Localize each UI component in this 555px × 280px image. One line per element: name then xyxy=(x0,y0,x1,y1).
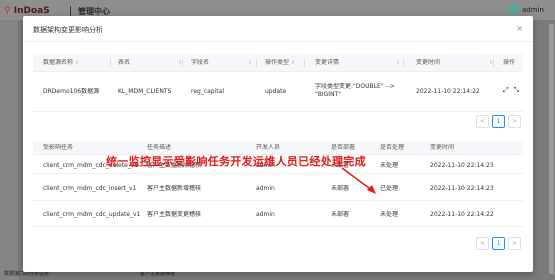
sidebar xyxy=(0,20,18,280)
expand-icon[interactable]: ⤢ xyxy=(503,86,509,94)
task-name-cell: client_crm_mdm_cdc_insert_v1 xyxy=(43,185,137,192)
column-header[interactable]: 表名 xyxy=(118,59,130,67)
column-header: 变更时间 xyxy=(430,144,455,151)
logo-text: InDoaS xyxy=(13,6,50,16)
column-header: 开发人员 xyxy=(256,144,281,151)
annotation-arrow xyxy=(341,167,376,194)
prev-page-button[interactable]: < xyxy=(476,115,489,128)
column-divider xyxy=(256,59,257,67)
task-desc-cell: 客户主数据变更稽核 xyxy=(147,211,202,218)
next-page-button[interactable]: > xyxy=(508,115,521,128)
change-detail-line: 字段类型变更:"DOUBLE" --> xyxy=(315,83,395,90)
column-header: 受影响任务 xyxy=(43,144,74,151)
sort-icon[interactable]: ⇕ xyxy=(246,59,252,67)
table-row[interactable]: client_crm_mdm_cdc_update_v1 客户主数据变更稽核 a… xyxy=(33,201,523,227)
task-name-cell: client_crm_mdm_cdc_update_v1 xyxy=(43,211,141,218)
column-header[interactable]: 变更详情 xyxy=(315,59,339,67)
change-time-cell: 2022-11-10 22:14:23 xyxy=(430,185,494,192)
next-page-button[interactable]: > xyxy=(508,237,521,250)
handle-status-cell: 未处理 xyxy=(380,211,399,218)
column-divider xyxy=(110,59,111,67)
close-icon[interactable]: × xyxy=(516,24,523,33)
column-header[interactable]: 数据源名称 ⇕ xyxy=(43,59,79,67)
column-divider xyxy=(182,59,183,67)
annotation-callout: 统一监控显示受影响任务开发运维人员已经处理完成 xyxy=(106,155,366,168)
handle-status-cell: 未处理 xyxy=(380,162,399,169)
sort-icon[interactable]: ⇕ xyxy=(394,59,400,67)
task-desc-cell: 客户主数据新增稽核 xyxy=(147,185,202,192)
column-header[interactable]: 变更时间 xyxy=(416,59,440,67)
column-header: 操作 xyxy=(503,59,516,66)
action-cell: ⤢ ⤡ xyxy=(503,86,524,95)
table-row: DRDemo106数据源 KL_MDM_CLIENTS reg_capital … xyxy=(33,72,523,112)
page-button[interactable]: 1 xyxy=(492,115,505,128)
app-logo: ⚲ InDoaS xyxy=(4,6,50,16)
column-header[interactable]: 操作类型 ⇕ xyxy=(265,59,295,67)
table-name-cell: KL_MDM_CLIENTS xyxy=(118,88,172,95)
developer-cell: admin xyxy=(256,185,275,192)
table-header-row: 数据源名称 ⇕ 表名 ⇕ 字段名 ⇕ 操作类型 ⇕ 变更详情 ⇕ 变更时间 ⇕ 操作 xyxy=(33,54,523,72)
page-button[interactable]: 1 xyxy=(492,237,505,250)
page-scrollbar[interactable] xyxy=(549,24,554,274)
handle-status-cell: 已处理 xyxy=(380,185,399,192)
column-divider xyxy=(304,59,305,67)
collapse-icon[interactable]: ⤡ xyxy=(514,86,520,94)
prev-page-button[interactable]: < xyxy=(476,237,489,250)
column-header: 是否部署 xyxy=(331,144,356,151)
source-cell: DRDemo106数据源 xyxy=(43,88,100,95)
impact-analysis-dialog: 数据架构变更影响分析 × 数据源名称 ⇕ 表名 ⇕ 字段名 ⇕ 操作类型 ⇕ 变更详… xyxy=(23,16,533,272)
change-detail-line: "BIGINT" xyxy=(315,90,341,98)
field-cell: reg_capital xyxy=(191,88,224,95)
column-header: 任务描述 xyxy=(147,144,172,151)
change-time-cell: 2022-11-10 22:14:22 xyxy=(416,88,480,95)
sort-icon[interactable]: ⇕ xyxy=(75,60,79,66)
table-row[interactable]: client_crm_mdm_cdc_insert_v1 客户主数据新增稽核 a… xyxy=(33,174,523,201)
header-divider xyxy=(70,6,71,16)
pagination: < 1 > xyxy=(476,237,521,250)
deploy-status-cell: 未部署 xyxy=(331,211,350,218)
change-detail-cell: 字段类型变更:"DOUBLE" --> "BIGINT" xyxy=(315,83,405,99)
user-name[interactable]: admin xyxy=(522,6,544,14)
column-header: 是否处理 xyxy=(380,144,405,151)
schema-changes-table: 数据源名称 ⇕ 表名 ⇕ 字段名 ⇕ 操作类型 ⇕ 变更详情 ⇕ 变更时间 ⇕ 操作… xyxy=(33,54,523,134)
pagination: < 1 > xyxy=(476,115,521,128)
column-header[interactable]: 字段名 xyxy=(191,59,209,67)
op-type-cell: update xyxy=(265,88,287,95)
change-time-cell: 2022-11-10 22:14:23 xyxy=(430,162,494,169)
developer-cell: admin xyxy=(256,211,275,218)
avatar[interactable] xyxy=(508,4,519,15)
dialog-divider xyxy=(23,41,533,42)
logo-icon: ⚲ xyxy=(4,6,11,16)
change-time-cell: 2022-11-10 22:14:22 xyxy=(430,211,494,218)
column-divider xyxy=(403,59,404,67)
dialog-title: 数据架构变更影响分析 xyxy=(33,26,103,34)
column-divider xyxy=(493,59,494,67)
